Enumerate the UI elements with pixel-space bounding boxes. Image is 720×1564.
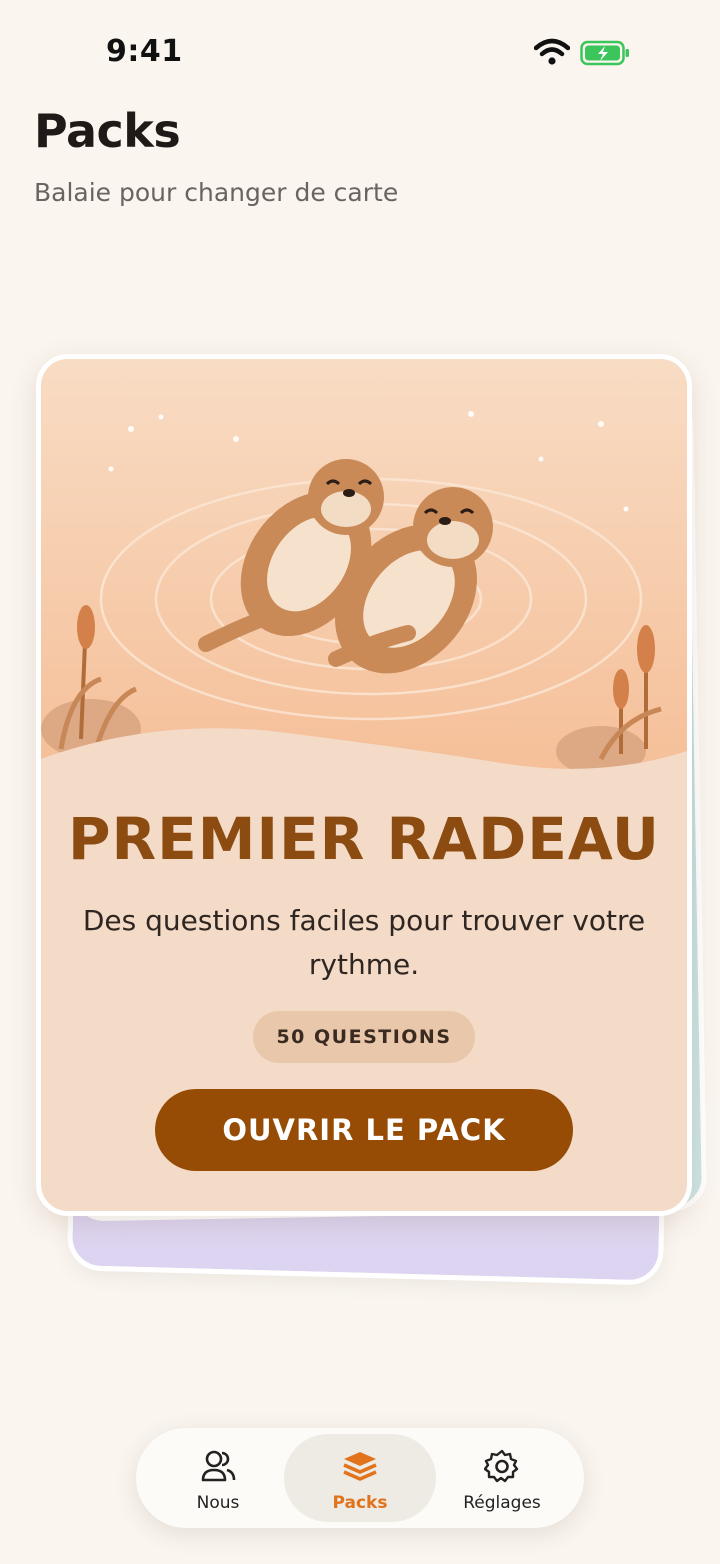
open-pack-button[interactable]: OUVRIR LE PACK [155, 1089, 573, 1171]
pack-card[interactable]: PREMIER RADEAU Des questions faciles pou… [36, 354, 692, 1216]
status-bar: 9:41 [0, 0, 720, 100]
people-icon [201, 1450, 236, 1482]
wifi-icon [534, 38, 570, 65]
tab-packs[interactable]: Packs [284, 1434, 436, 1522]
page-title: Packs [34, 104, 181, 158]
stack-icon [343, 1452, 377, 1481]
tab-label-reglages: Réglages [463, 1493, 541, 1513]
battery-icon [580, 40, 629, 66]
tab-nous[interactable]: Nous [142, 1434, 294, 1522]
otters-illustration [41, 359, 687, 779]
question-count-badge: 50 QUESTIONS [253, 1011, 475, 1063]
tab-bar: Nous Packs Réglages [136, 1428, 584, 1528]
status-time: 9:41 [106, 34, 183, 69]
tab-reglages[interactable]: Réglages [426, 1434, 578, 1522]
gear-icon [484, 1449, 519, 1483]
pack-title: PREMIER RADEAU [67, 805, 661, 873]
pack-description: Des questions faciles pour trouver votre… [82, 904, 646, 981]
tab-label-nous: Nous [196, 1493, 240, 1513]
tab-label-packs: Packs [332, 1493, 388, 1513]
page-subtitle: Balaie pour changer de carte [34, 178, 399, 207]
